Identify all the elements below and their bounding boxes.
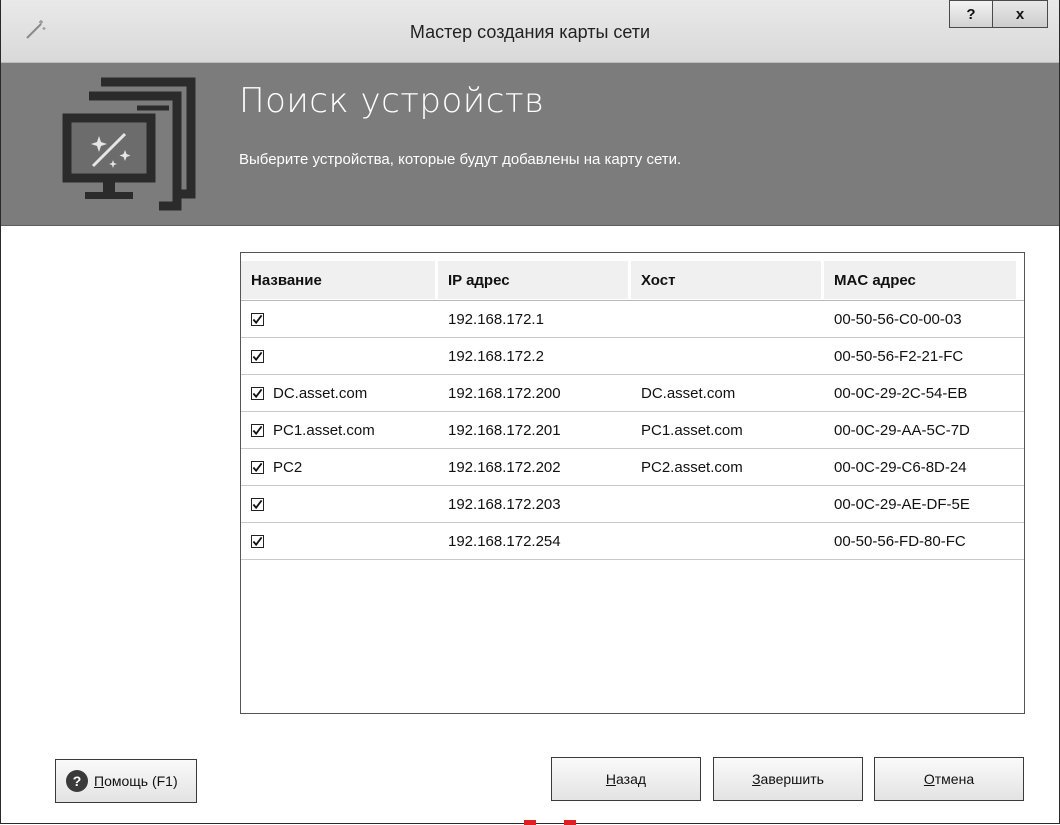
close-button[interactable]: x [992, 0, 1048, 28]
device-ip: 192.168.172.203 [448, 495, 561, 513]
device-name: DC.asset.com [273, 384, 368, 402]
device-mac: 00-50-56-C0-00-03 [834, 310, 962, 328]
finish-button[interactable]: Завершить [713, 757, 863, 801]
page-title: Поиск устройств [239, 81, 545, 121]
device-ip: 192.168.172.2 [448, 347, 544, 365]
column-header-mac[interactable]: MAC адрес [824, 261, 1016, 299]
cancel-button[interactable]: Отмена [874, 757, 1024, 801]
title-bar[interactable]: Мастер создания карты сети ? x [1, 0, 1059, 63]
device-mac: 00-0C-29-2C-54-EB [834, 384, 968, 402]
table-row[interactable]: PC1.asset.com 192.168.172.201 PC1.asset.… [241, 412, 1024, 449]
row-checkbox[interactable] [251, 312, 264, 326]
device-ip: 192.168.172.254 [448, 532, 561, 550]
row-checkbox[interactable] [251, 349, 264, 363]
checkmark-icon [252, 499, 263, 509]
back-button[interactable]: Назад [551, 757, 701, 801]
checkmark-icon [252, 536, 263, 546]
red-mark [564, 820, 576, 825]
device-ip: 192.168.172.200 [448, 384, 561, 402]
row-checkbox[interactable] [251, 534, 264, 548]
checkmark-icon [252, 351, 263, 361]
window-title: Мастер создания карты сети [409, 22, 651, 42]
row-checkbox[interactable] [251, 386, 264, 400]
table-row[interactable]: 192.168.172.254 00-50-56-FD-80-FC [241, 523, 1024, 560]
checkmark-icon [252, 314, 263, 324]
column-header-host[interactable]: Хост [631, 261, 821, 299]
device-mac: 00-50-56-F2-21-FC [834, 347, 964, 365]
finish-button-label: Завершить [752, 771, 824, 787]
row-checkbox[interactable] [251, 460, 264, 474]
help-button-label: Помощь (F1) [94, 773, 178, 789]
device-ip: 192.168.172.201 [448, 421, 561, 439]
checkmark-icon [252, 388, 263, 398]
page-subtitle: Выберите устройства, которые будут добав… [239, 151, 682, 168]
question-circle-icon: ? [66, 770, 88, 792]
device-mac: 00-50-56-FD-80-FC [834, 532, 966, 550]
title-help-button[interactable]: ? [949, 0, 993, 28]
red-mark [524, 820, 536, 825]
row-checkbox[interactable] [251, 497, 264, 511]
device-name: PC1.asset.com [273, 421, 375, 439]
column-header-ip[interactable]: IP адрес [438, 261, 628, 299]
table-row[interactable]: PC2 192.168.172.202 PC2.asset.com 00-0C-… [241, 449, 1024, 486]
row-checkbox[interactable] [251, 423, 264, 437]
column-header-name[interactable]: Название [241, 261, 435, 299]
device-name: PC2 [273, 458, 303, 476]
network-monitor-wand-icon [62, 77, 196, 211]
back-button-label: Назад [605, 771, 647, 787]
table-row[interactable]: 192.168.172.203 00-0C-29-AE-DF-5E [241, 486, 1024, 523]
cancel-button-label: Отмена [923, 771, 975, 787]
device-host: PC1.asset.com [641, 421, 743, 439]
devices-table[interactable]: Название IP адрес Хост MAC адрес 192.168… [240, 252, 1025, 714]
device-ip: 192.168.172.1 [448, 310, 544, 328]
table-row[interactable]: 192.168.172.2 00-50-56-F2-21-FC [241, 338, 1024, 375]
device-mac: 00-0C-29-AE-DF-5E [834, 495, 970, 513]
device-ip: 192.168.172.202 [448, 458, 561, 476]
table-row[interactable]: DC.asset.com 192.168.172.200 DC.asset.co… [241, 375, 1024, 412]
device-mac: 00-0C-29-AA-5C-7D [834, 421, 970, 439]
table-row[interactable]: 192.168.172.1 00-50-56-C0-00-03 [241, 301, 1024, 338]
device-mac: 00-0C-29-C6-8D-24 [834, 458, 967, 476]
wizard-window: Мастер создания карты сети ? x Поиск уст… [0, 0, 1060, 824]
checkmark-icon [252, 462, 263, 472]
header-banner: Поиск устройств Выберите устройства, кот… [1, 63, 1059, 226]
table-header: Название IP адрес Хост MAC адрес [241, 253, 1024, 301]
help-button[interactable]: ? Помощь (F1) [55, 759, 197, 803]
checkmark-icon [252, 425, 263, 435]
device-host: DC.asset.com [641, 384, 736, 402]
device-host: PC2.asset.com [641, 458, 743, 476]
